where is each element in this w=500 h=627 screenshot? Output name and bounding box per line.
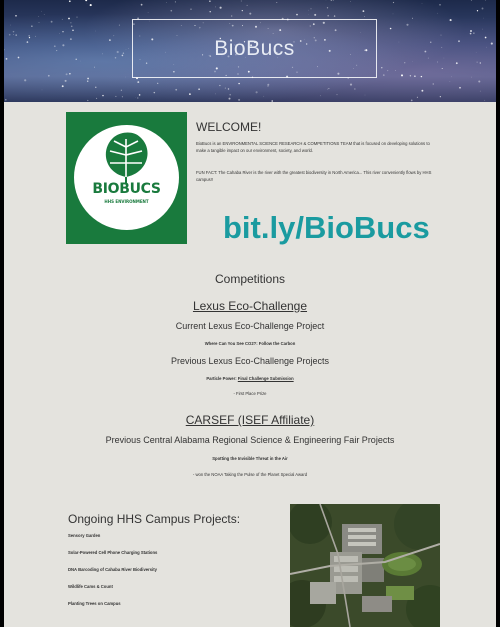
- carsef-project: Spotting the Invisible Threat in the Air: [212, 456, 288, 461]
- logo-tagline: HHS ENVIRONMENT: [104, 199, 149, 204]
- list-item: Sensory Garden: [68, 533, 101, 538]
- aerial-photo-illustration: [290, 504, 440, 627]
- lexus-previous-project-title: Particle Power:: [206, 376, 237, 381]
- logo-wordmark: BIOBUCS: [92, 181, 161, 197]
- site-title[interactable]: BioBucs: [132, 19, 377, 78]
- welcome-paragraph-intro: BioBucs is an ENVIRONMENTAL SCIENCE RESE…: [196, 141, 430, 153]
- ongoing-projects-heading: Ongoing HHS Campus Projects:: [68, 512, 241, 526]
- logo-badge: BIOBUCS HHS ENVIRONMENT: [74, 125, 179, 230]
- lexus-current-label: Current Lexus Eco-Challenge Project: [175, 321, 325, 331]
- competitions-heading: Competitions: [214, 272, 286, 286]
- monstera-leaf-icon: [105, 132, 148, 183]
- ongoing-projects-list: Sensory Garden Solar-Powered Cell Phone …: [68, 533, 268, 618]
- final-submission-link[interactable]: Final Challenge Submission: [238, 376, 294, 381]
- header-banner: BioBucs: [4, 0, 496, 102]
- list-item: Solar-Powered Cell Phone Charging Statio…: [68, 550, 158, 555]
- carsef-previous-label: Previous Central Alabama Regional Scienc…: [105, 435, 395, 445]
- campus-aerial-photo: [290, 504, 440, 627]
- lexus-eco-challenge-heading[interactable]: Lexus Eco-Challenge: [4, 299, 496, 313]
- lexus-previous-project: Particle Power: Final Challenge Submissi…: [4, 376, 496, 381]
- lexus-current-project: Where Can You See CO2?: Follow the Carbo…: [204, 341, 296, 346]
- lexus-previous-award: - First Place Prize: [233, 391, 267, 396]
- list-item: Planting Trees on Campus: [68, 601, 121, 606]
- carsef-heading[interactable]: CARSEF (ISEF Affiliate): [4, 413, 496, 427]
- list-item: DNA Barcoding of Cahaba River Biodiversi…: [68, 567, 157, 572]
- welcome-heading: WELCOME!: [196, 120, 262, 134]
- biobucs-logo: BIOBUCS HHS ENVIRONMENT: [66, 112, 187, 244]
- carsef-award: - won the NOAA Taking the Pulse of the P…: [192, 472, 308, 477]
- biobucs-short-link[interactable]: bit.ly/BioBucs: [223, 210, 430, 246]
- lexus-previous-label: Previous Lexus Eco-Challenge Projects: [170, 356, 330, 366]
- list-item: Wildlife Cams & Count: [68, 584, 113, 589]
- welcome-paragraph-fun-fact: FUN FACT: The Cahaba River is the river …: [196, 170, 432, 182]
- website-page: BioBucs BIOBUCS HHS ENVIRONMENT WELCOME!…: [4, 0, 496, 627]
